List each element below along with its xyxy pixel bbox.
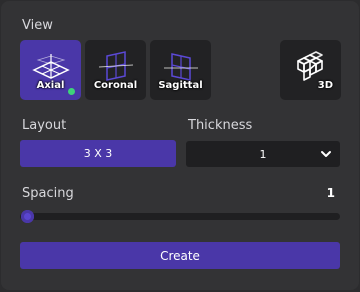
spacing-section-label: Spacing (22, 186, 74, 201)
axial-view-button[interactable]: Axial (20, 40, 81, 100)
thickness-select[interactable]: 1 (186, 141, 340, 167)
thickness-value: 1 (259, 147, 267, 161)
chevron-down-icon (321, 151, 331, 157)
layout-button[interactable]: 3 X 3 (20, 140, 176, 167)
3d-view-button[interactable]: 3D (280, 40, 341, 100)
coronal-plane-icon (98, 51, 134, 81)
active-status-dot (68, 88, 75, 95)
layout-section-label: Layout (22, 118, 67, 133)
image-view-panel: View Axial Coronal Sagittal 3D Layout Th… (1, 1, 359, 290)
thickness-section-label: Thickness (188, 118, 253, 133)
create-button[interactable]: Create (20, 242, 340, 269)
3d-label: 3D (317, 80, 333, 91)
cube-3d-icon (297, 51, 323, 81)
spacing-slider-track[interactable] (20, 213, 340, 220)
spacing-value: 1 (326, 186, 335, 200)
coronal-label: Coronal (93, 80, 138, 91)
spacing-slider-thumb[interactable] (21, 210, 34, 223)
sagittal-label: Sagittal (158, 80, 203, 91)
create-label: Create (160, 248, 200, 263)
sagittal-plane-icon (164, 53, 198, 81)
layout-value: 3 X 3 (83, 147, 113, 160)
sagittal-view-button[interactable]: Sagittal (150, 40, 211, 100)
view-section-label: View (22, 18, 53, 33)
coronal-view-button[interactable]: Coronal (85, 40, 146, 100)
